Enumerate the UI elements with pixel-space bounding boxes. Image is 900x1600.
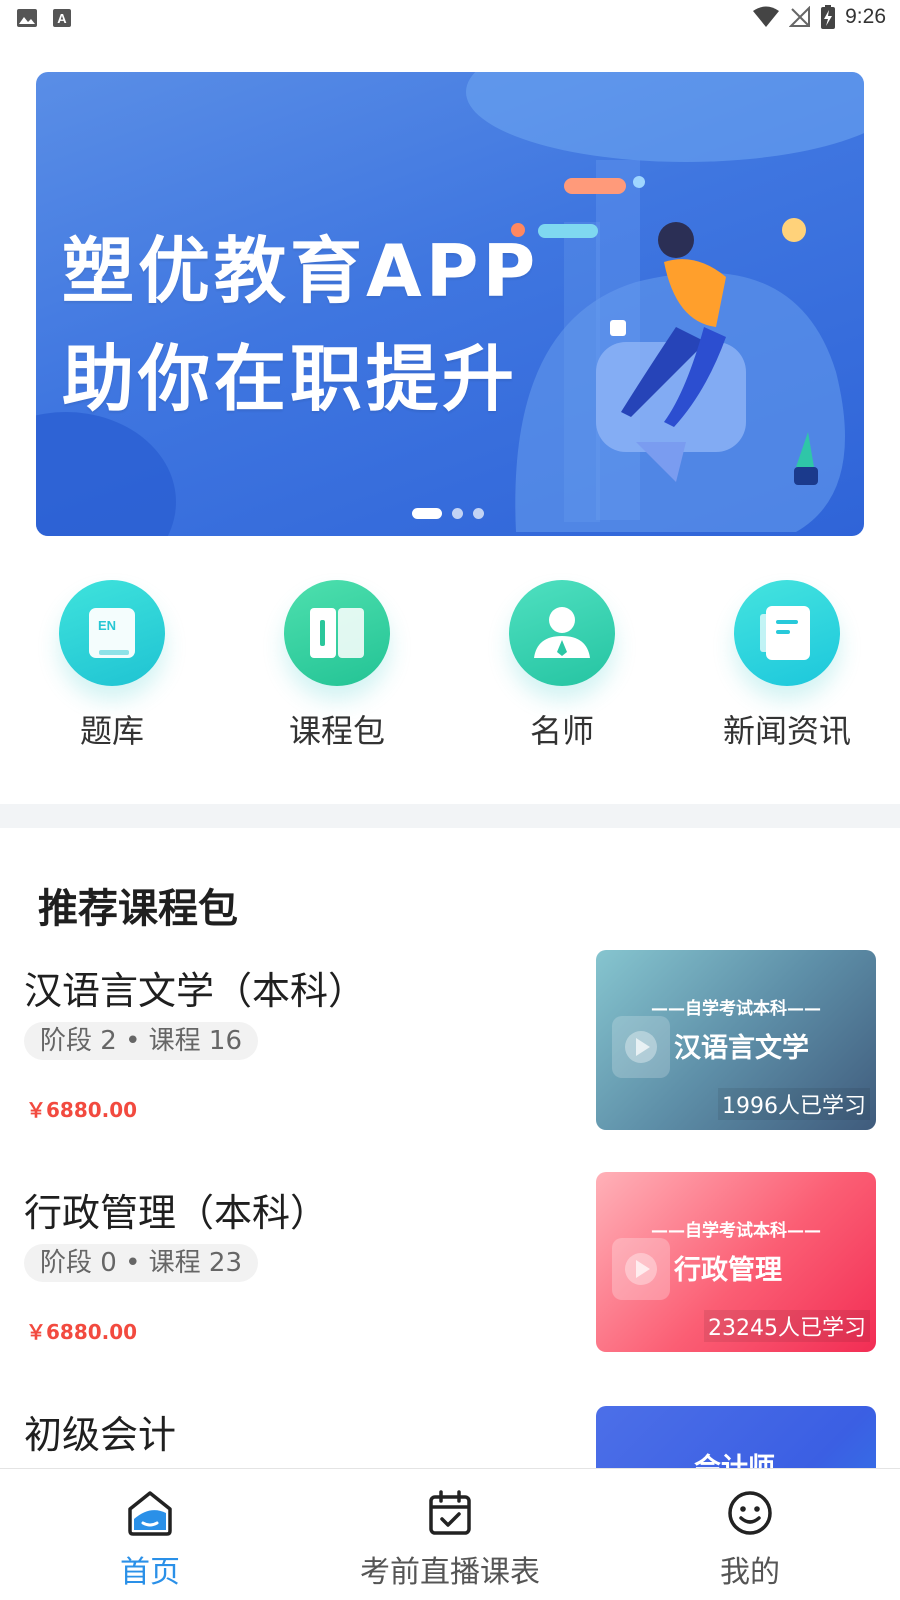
carousel-indicator <box>412 508 484 519</box>
course-meta-badge: 阶段 2 • 课程 16 <box>24 1022 259 1060</box>
course-price: ￥6880.00 <box>26 1320 138 1344</box>
status-bar: A 9:26 <box>0 0 900 36</box>
play-icon <box>612 1016 670 1078</box>
teacher-icon <box>509 580 615 686</box>
thumb-title: 会计师 <box>694 1446 775 1468</box>
status-time: 9:26 <box>845 5 886 28</box>
thumb-subtitle: ——自学考试本科—— <box>651 1221 821 1241</box>
course-thumbnail[interactable]: ——自学考试本科—— 汉语言文学 1996人已学习 <box>596 950 876 1130</box>
course-title: 行政管理（本科） <box>24 1191 329 1235</box>
course-thumbnail[interactable]: ——自学考试本科—— 行政管理 23245人已学习 <box>596 1172 876 1352</box>
banner-carousel[interactable]: 塑优教育APP 助你在职提升 <box>36 72 864 536</box>
course-title: 初级会计 <box>24 1413 177 1457</box>
image-icon <box>17 9 37 27</box>
smiley-icon <box>728 1491 772 1535</box>
play-icon <box>612 1238 670 1300</box>
learner-count: 23245人已学习 <box>704 1310 870 1342</box>
svg-text:EN: EN <box>98 618 116 633</box>
quick-nav-course-package[interactable]: 课程包 <box>247 580 427 752</box>
course-title: 汉语言文学（本科） <box>24 969 367 1013</box>
bottom-tab-bar: 首页 考前直播课表 我的 <box>0 1468 900 1600</box>
tab-mine[interactable]: 我的 <box>650 1469 850 1600</box>
thumb-subtitle: ——自学考试本科—— <box>651 999 821 1019</box>
tab-label: 我的 <box>720 1555 780 1590</box>
quick-nav-question-bank[interactable]: EN 题库 <box>22 580 202 752</box>
carousel-dot[interactable] <box>473 508 484 519</box>
carousel-dot-active[interactable] <box>412 508 442 519</box>
tab-home[interactable]: 首页 <box>50 1469 250 1600</box>
thumb-title: 汉语言文学 <box>674 1033 809 1064</box>
no-signal-icon <box>789 6 811 27</box>
quick-nav-label: 课程包 <box>288 712 385 750</box>
tab-live-schedule[interactable]: 考前直播课表 <box>330 1469 570 1600</box>
course-thumbnail[interactable]: 会计师 <box>596 1406 876 1468</box>
document-icon <box>734 580 840 686</box>
course-price: ￥6880.00 <box>26 1098 138 1122</box>
course-meta-badge: 阶段 0 • 课程 23 <box>24 1244 259 1282</box>
quick-nav-news[interactable]: 新闻资讯 <box>697 580 877 752</box>
learner-count: 1996人已学习 <box>718 1088 870 1120</box>
quick-nav-label: 名师 <box>529 712 594 750</box>
thumb-title: 行政管理 <box>674 1255 782 1286</box>
banner-subheadline: 助你在职提升 <box>62 337 519 421</box>
quick-nav-label: 题库 <box>79 712 144 750</box>
calendar-check-icon <box>429 1490 471 1535</box>
banner-headline: 塑优教育APP <box>62 229 540 313</box>
svg-text:A: A <box>57 11 67 26</box>
section-divider <box>0 804 900 828</box>
home-icon <box>128 1491 172 1536</box>
course-card[interactable]: 初级会计 会计师 <box>0 1404 900 1468</box>
tab-label: 考前直播课表 <box>360 1555 540 1590</box>
course-card[interactable]: 行政管理（本科） 阶段 0 • 课程 23 ￥6880.00 ——自学考试本科—… <box>0 1172 900 1382</box>
text-a-icon: A <box>53 9 71 27</box>
en-book-icon: EN <box>59 580 165 686</box>
quick-nav-label: 新闻资讯 <box>722 712 851 750</box>
quick-nav: EN 题库 课程包 名师 新闻资讯 <box>0 580 900 760</box>
wifi-icon <box>753 6 780 27</box>
course-card[interactable]: 汉语言文学（本科） 阶段 2 • 课程 16 ￥6880.00 ——自学考试本科… <box>0 950 900 1160</box>
section-title: 推荐课程包 <box>38 886 238 932</box>
tab-label: 首页 <box>120 1555 180 1590</box>
open-book-icon <box>284 580 390 686</box>
carousel-dot[interactable] <box>452 508 463 519</box>
quick-nav-teachers[interactable]: 名师 <box>472 580 652 752</box>
battery-charging-icon <box>821 5 836 29</box>
